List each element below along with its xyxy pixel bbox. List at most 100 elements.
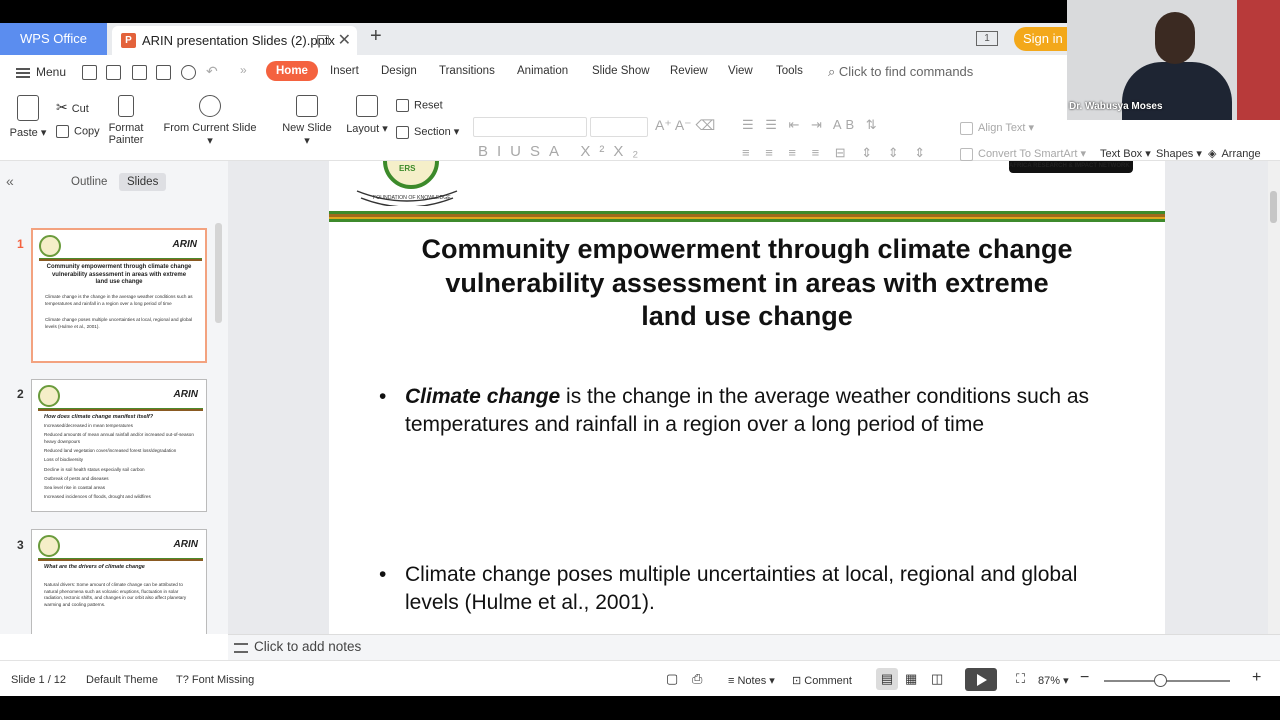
slide[interactable]: ERS FOUNDATION OF KNOWLEDGE AFRICA RESEA…: [329, 161, 1165, 634]
grid-view-icon[interactable]: ▦: [905, 671, 917, 687]
layout-button[interactable]: Layout ▾: [344, 95, 390, 135]
cut-label: Cut: [71, 103, 89, 115]
print-icon[interactable]: [156, 65, 171, 80]
collapse-panel-icon[interactable]: «: [6, 173, 14, 189]
zoom-slider-knob[interactable]: [1154, 674, 1167, 687]
slide-number: 2: [17, 387, 24, 401]
thumb-logo: [38, 535, 60, 557]
thumb-line: Climate change poses multiple uncertaint…: [45, 317, 193, 329]
status-bar: Slide 1 / 12 Default Theme T? Font Missi…: [0, 660, 1280, 696]
vertical-scrollbar[interactable]: [1268, 161, 1280, 634]
reset-button[interactable]: Reset: [396, 99, 443, 112]
list-icons[interactable]: ☰ ☰ ⇤ ⇥ AB ⇅: [742, 117, 881, 133]
text-box-label: Text Box: [1100, 148, 1143, 160]
tab-view[interactable]: View: [728, 65, 753, 77]
copy-button[interactable]: Copy: [56, 125, 100, 138]
reading-view-icon[interactable]: ◫: [931, 671, 943, 687]
from-current-slide-button[interactable]: From Current Slide ▾: [160, 95, 260, 147]
shapes-button[interactable]: Shapes ▾: [1156, 147, 1202, 160]
bullet-1[interactable]: • Climate change is the change in the av…: [379, 383, 1119, 473]
grow-font-icon[interactable]: A⁺ A⁻ ⌫: [655, 117, 715, 134]
slide-thumbnail-3[interactable]: ARIN What are the drivers of climate cha…: [31, 529, 207, 634]
tab-animation[interactable]: Animation: [517, 65, 568, 77]
comment-button[interactable]: ⊡ Comment: [792, 674, 852, 687]
section-button[interactable]: Section ▾: [396, 125, 459, 139]
format-painter-button[interactable]: Format Painter: [104, 95, 148, 146]
tab-design[interactable]: Design: [381, 65, 417, 77]
tab-home[interactable]: Home: [266, 61, 318, 81]
text-format-icons[interactable]: BIUSA X²X₂: [478, 143, 647, 160]
thumb-line: Reduced amounts of mean annual rainfall …: [44, 432, 194, 444]
fit-icon[interactable]: ▢: [666, 671, 678, 687]
clipboard-icon: [17, 95, 39, 121]
play-slideshow-button[interactable]: [965, 668, 997, 691]
alignment-icons[interactable]: ≡ ≡ ≡ ≡ ⊟ ⇕ ⇕ ⇕: [742, 145, 931, 161]
notes-pane[interactable]: Click to add notes: [228, 634, 1280, 660]
page-indicator[interactable]: 1: [976, 31, 998, 46]
arrange-button[interactable]: ◈ Arrange: [1208, 147, 1261, 160]
undo-icon[interactable]: ↶: [206, 63, 218, 80]
tab-outline[interactable]: Outline: [63, 173, 115, 191]
find-commands-search[interactable]: ⌕ Click to find commands: [828, 64, 973, 80]
thumb-line: Climate change is the change in the aver…: [45, 294, 193, 306]
open-folder-icon[interactable]: [82, 65, 97, 80]
zoom-out-icon[interactable]: −: [1080, 669, 1089, 687]
new-tab-icon[interactable]: +: [370, 25, 382, 48]
convert-smartart-button[interactable]: Convert To SmartArt ▾: [960, 147, 1086, 161]
theme-name[interactable]: Default Theme: [86, 674, 158, 686]
font-missing-button[interactable]: T? Font Missing: [176, 674, 254, 686]
font-size-select[interactable]: [590, 117, 648, 137]
zoom-slider[interactable]: [1104, 674, 1230, 687]
slide-thumbnail-1[interactable]: ARIN Community empowerment through clima…: [31, 228, 207, 363]
document-tab[interactable]: P ARIN presentation Slides (2).pptx ✕: [112, 26, 357, 55]
new-slide-button[interactable]: New Slide ▾: [278, 95, 336, 147]
notes-toggle[interactable]: ≡ Notes ▾: [728, 674, 775, 687]
slide-title[interactable]: Community empowerment through climate ch…: [369, 233, 1125, 334]
normal-view-icon[interactable]: ▤: [876, 668, 898, 690]
convert-smartart-label: Convert To SmartArt: [978, 148, 1078, 160]
wps-office-tab[interactable]: WPS Office: [0, 23, 107, 55]
tab-review[interactable]: Review: [670, 65, 708, 77]
zoom-select[interactable]: 87% ▾: [1038, 674, 1069, 687]
arrange-label: Arrange: [1221, 148, 1261, 160]
bullet-1-text: Climate change is the change in the aver…: [405, 383, 1105, 439]
monitor-icon[interactable]: [317, 35, 329, 45]
menu-label: Menu: [36, 65, 67, 79]
zoom-in-icon[interactable]: +: [1252, 669, 1261, 687]
font-name-select[interactable]: [473, 117, 587, 137]
text-box-button[interactable]: Text Box ▾: [1100, 147, 1151, 160]
tab-slide-show[interactable]: Slide Show: [592, 65, 650, 77]
close-tab-icon[interactable]: ✕: [338, 26, 351, 55]
thumb-title: How does climate change manifest itself?: [44, 414, 154, 420]
more-icon[interactable]: »: [240, 63, 247, 77]
bullet-2[interactable]: • Climate change poses multiple uncertai…: [379, 561, 1119, 621]
print-preview-icon[interactable]: [181, 65, 196, 80]
sign-in-button[interactable]: Sign in: [1014, 27, 1074, 51]
thumb-arin-logo: ARIN: [172, 239, 197, 250]
paste-button[interactable]: Paste ▾: [8, 95, 48, 139]
export-icon[interactable]: [132, 65, 147, 80]
layout-icon: [356, 95, 378, 117]
tab-slides[interactable]: Slides: [119, 173, 167, 191]
thumb-line: Natural drivers: Some amount of climate …: [44, 582, 187, 607]
document-tab-label: ARIN presentation Slides (2).pptx: [142, 33, 335, 48]
slide-number: 3: [17, 538, 24, 552]
menu-button[interactable]: Menu: [16, 65, 66, 80]
save-icon[interactable]: [106, 65, 121, 80]
reading-icon[interactable]: ⎙: [692, 671, 702, 687]
cut-button[interactable]: ✂ Cut: [56, 99, 89, 116]
panel-scrollbar[interactable]: [215, 223, 222, 323]
format-painter-label-2: Painter: [108, 134, 144, 146]
slide-thumbnail-2[interactable]: ARIN How does climate change manifest it…: [31, 379, 207, 512]
section-label: Section: [414, 126, 451, 138]
copy-label: Copy: [74, 125, 100, 138]
brush-icon: [118, 95, 134, 117]
scroll-thumb[interactable]: [1270, 191, 1277, 223]
wps-window: WPS Office P ARIN presentation Slides (2…: [0, 23, 1280, 696]
slide-number: 1: [17, 237, 24, 251]
fit-window-icon[interactable]: ⛶: [1016, 671, 1025, 687]
tab-transitions[interactable]: Transitions: [439, 65, 495, 77]
tab-insert[interactable]: Insert: [330, 65, 359, 77]
align-text-button[interactable]: Align Text ▾: [960, 121, 1034, 135]
tab-tools[interactable]: Tools: [776, 65, 803, 77]
